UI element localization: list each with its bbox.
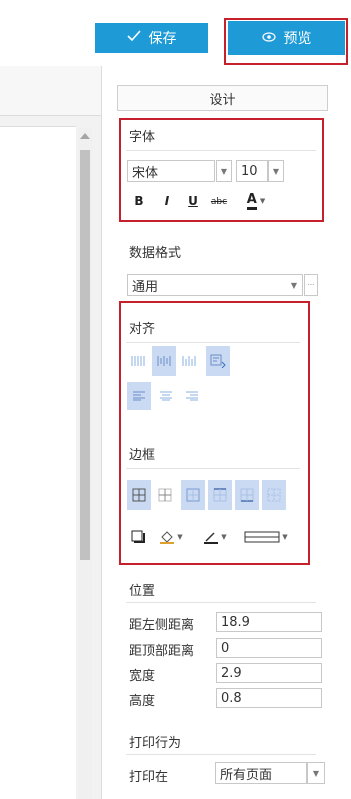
eye-icon [261, 30, 276, 46]
border-inner-icon[interactable] [154, 482, 176, 508]
border-divider [126, 468, 300, 469]
print-section-title: 打印行为 [129, 736, 182, 751]
align-left-icon[interactable] [127, 382, 151, 410]
border-outer-icon[interactable] [181, 480, 205, 510]
scroll-up-icon[interactable] [80, 133, 90, 139]
preview-button[interactable]: 预览 [228, 21, 345, 55]
font-family-select[interactable]: 宋体 [127, 160, 215, 182]
print-on-select[interactable]: 所有页面 [215, 762, 307, 784]
strikethrough-button[interactable]: abc [208, 194, 230, 210]
height-label: 高度 [129, 694, 156, 709]
border-none-icon[interactable] [262, 480, 286, 510]
data-format-title: 数据格式 [129, 246, 182, 261]
top-distance-label: 距顶部距离 [129, 644, 195, 659]
align-right-icon[interactable] [182, 384, 202, 408]
save-label: 保存 [148, 31, 177, 47]
data-format-select[interactable]: 通用 [127, 274, 303, 296]
data-format-dropdown-icon[interactable]: ▼ [286, 274, 303, 296]
position-divider [126, 602, 316, 603]
font-color-button[interactable]: A ▼ [240, 190, 272, 212]
height-input[interactable]: 0.8 [216, 688, 322, 708]
left-distance-input[interactable]: 18.9 [216, 612, 322, 632]
align-section-title: 对齐 [129, 322, 156, 337]
line-style-icon[interactable]: ▼ [240, 526, 292, 548]
print-on-label: 打印在 [129, 770, 169, 785]
chevron-down-icon: ▼ [177, 533, 183, 541]
italic-button[interactable]: I [160, 192, 174, 210]
position-section-title: 位置 [129, 584, 156, 599]
font-color-label: A [246, 192, 257, 210]
chevron-down-icon: ▼ [221, 533, 227, 541]
preview-label: 预览 [283, 31, 312, 47]
width-label: 宽度 [129, 669, 156, 684]
align-right-vertical-icon[interactable] [178, 348, 200, 374]
underline-button[interactable]: U [186, 192, 200, 210]
border-all-icon[interactable] [127, 480, 151, 510]
font-size-dropdown-icon[interactable]: ▼ [268, 160, 284, 182]
print-divider [126, 754, 316, 755]
chevron-down-icon: ▼ [259, 197, 266, 205]
font-divider [126, 150, 316, 151]
canvas-page [0, 126, 76, 799]
align-center-vertical-icon[interactable] [152, 346, 176, 376]
border-color-icon[interactable]: ▼ [197, 526, 233, 548]
align-center-icon[interactable] [156, 384, 176, 408]
width-input[interactable]: 2.9 [216, 663, 322, 683]
border-top-icon[interactable] [208, 480, 232, 510]
design-button[interactable]: 设计 [117, 85, 328, 111]
border-section-title: 边框 [129, 448, 156, 463]
font-size-select[interactable]: 10 [236, 160, 268, 182]
left-distance-label: 距左侧距离 [129, 618, 195, 633]
top-toolbar: 保存 预览 [0, 0, 351, 66]
scrollbar-thumb[interactable] [80, 150, 90, 560]
align-distribute-icon[interactable] [127, 348, 149, 374]
fill-color-icon[interactable]: ▼ [154, 526, 188, 548]
shadow-box-icon[interactable] [128, 526, 148, 548]
chevron-down-icon: ▼ [282, 533, 288, 541]
data-format-more-button[interactable]: ··· [304, 274, 318, 296]
top-distance-input[interactable]: 0 [216, 638, 322, 658]
font-family-dropdown-icon[interactable]: ▼ [216, 160, 232, 182]
align-divider [126, 342, 300, 343]
wrap-text-icon[interactable] [206, 346, 230, 376]
bold-button[interactable]: B [132, 192, 146, 210]
font-section-title: 字体 [129, 130, 156, 145]
print-on-dropdown-icon[interactable]: ▼ [307, 762, 325, 784]
save-button[interactable]: 保存 [95, 23, 208, 53]
check-icon [126, 30, 141, 46]
canvas-header [0, 66, 101, 116]
border-bottom-icon[interactable] [235, 480, 259, 510]
